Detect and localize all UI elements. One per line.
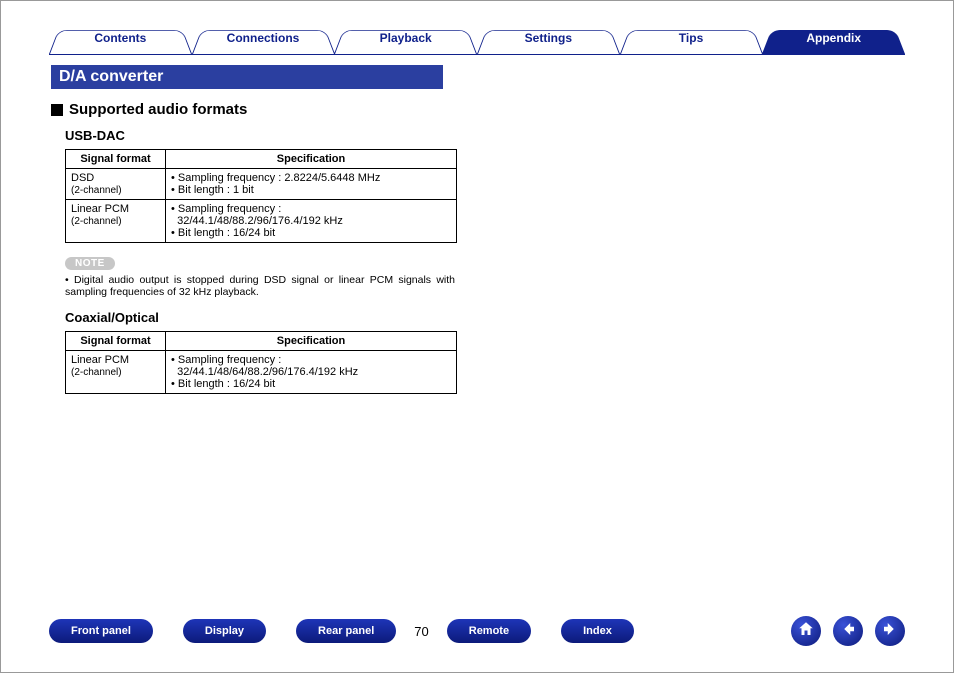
home-button[interactable] bbox=[791, 616, 821, 646]
table-header: Signal format bbox=[66, 150, 166, 169]
spec-line: Sampling frequency : 32/44.1/48/64/88.2/… bbox=[171, 354, 451, 378]
tab-connections[interactable]: Connections bbox=[192, 25, 335, 54]
display-button[interactable]: Display bbox=[183, 619, 266, 643]
content-column: Supported audio formats USB-DAC Signal f… bbox=[51, 101, 471, 402]
coax-table: Signal format Specification Linear PCM (… bbox=[65, 331, 457, 394]
spec-line: Bit length : 16/24 bit bbox=[171, 227, 451, 239]
subsection-heading-text: Supported audio formats bbox=[69, 101, 247, 118]
table-row: Linear PCM (2-channel) Sampling frequenc… bbox=[66, 351, 457, 394]
table-header: Specification bbox=[166, 332, 457, 351]
signal-format: DSD bbox=[71, 172, 94, 184]
table-header: Signal format bbox=[66, 332, 166, 351]
spec-line: Sampling frequency : 2.8224/5.6448 MHz bbox=[171, 172, 451, 184]
table-row: DSD (2-channel) Sampling frequency : 2.8… bbox=[66, 169, 457, 200]
page-number: 70 bbox=[396, 624, 446, 639]
square-bullet-icon bbox=[51, 104, 63, 116]
spec-line: Sampling frequency : 32/44.1/48/88.2/96/… bbox=[171, 203, 451, 227]
top-tabstrip: Contents Connections Playback Settings T… bbox=[49, 25, 905, 55]
usb-dac-table: Signal format Specification DSD (2-chann… bbox=[65, 149, 457, 243]
index-button[interactable]: Index bbox=[561, 619, 634, 643]
tab-settings[interactable]: Settings bbox=[477, 25, 620, 54]
signal-format-sub: (2-channel) bbox=[71, 216, 122, 227]
tab-tips[interactable]: Tips bbox=[620, 25, 763, 54]
section-title: D/A converter bbox=[59, 68, 163, 85]
table-header: Specification bbox=[166, 150, 457, 169]
rear-panel-button[interactable]: Rear panel bbox=[296, 619, 396, 643]
note-text: Digital audio output is stopped during D… bbox=[65, 274, 455, 298]
section-title-bar: D/A converter bbox=[51, 65, 443, 89]
remote-button[interactable]: Remote bbox=[447, 619, 531, 643]
note-badge: NOTE bbox=[65, 257, 115, 270]
spec-line: Bit length : 16/24 bit bbox=[171, 378, 451, 390]
spec-line: Bit length : 1 bit bbox=[171, 184, 451, 196]
signal-format: Linear PCM bbox=[71, 354, 129, 366]
signal-format-sub: (2-channel) bbox=[71, 185, 122, 196]
next-page-button[interactable] bbox=[875, 616, 905, 646]
table-row: Linear PCM (2-channel) Sampling frequenc… bbox=[66, 200, 457, 243]
arrow-right-icon bbox=[881, 620, 899, 643]
front-panel-button[interactable]: Front panel bbox=[49, 619, 153, 643]
footer-nav: Front panel Display Rear panel 70 Remote… bbox=[49, 614, 905, 648]
signal-format-sub: (2-channel) bbox=[71, 367, 122, 378]
arrow-left-icon bbox=[839, 620, 857, 643]
tab-contents[interactable]: Contents bbox=[49, 25, 192, 54]
tab-appendix[interactable]: Appendix bbox=[762, 25, 905, 54]
subsection-heading: Supported audio formats bbox=[51, 101, 471, 118]
usb-dac-heading: USB-DAC bbox=[65, 128, 471, 143]
home-icon bbox=[797, 620, 815, 643]
prev-page-button[interactable] bbox=[833, 616, 863, 646]
coax-heading: Coaxial/Optical bbox=[65, 310, 471, 325]
tab-playback[interactable]: Playback bbox=[334, 25, 477, 54]
signal-format: Linear PCM bbox=[71, 203, 129, 215]
